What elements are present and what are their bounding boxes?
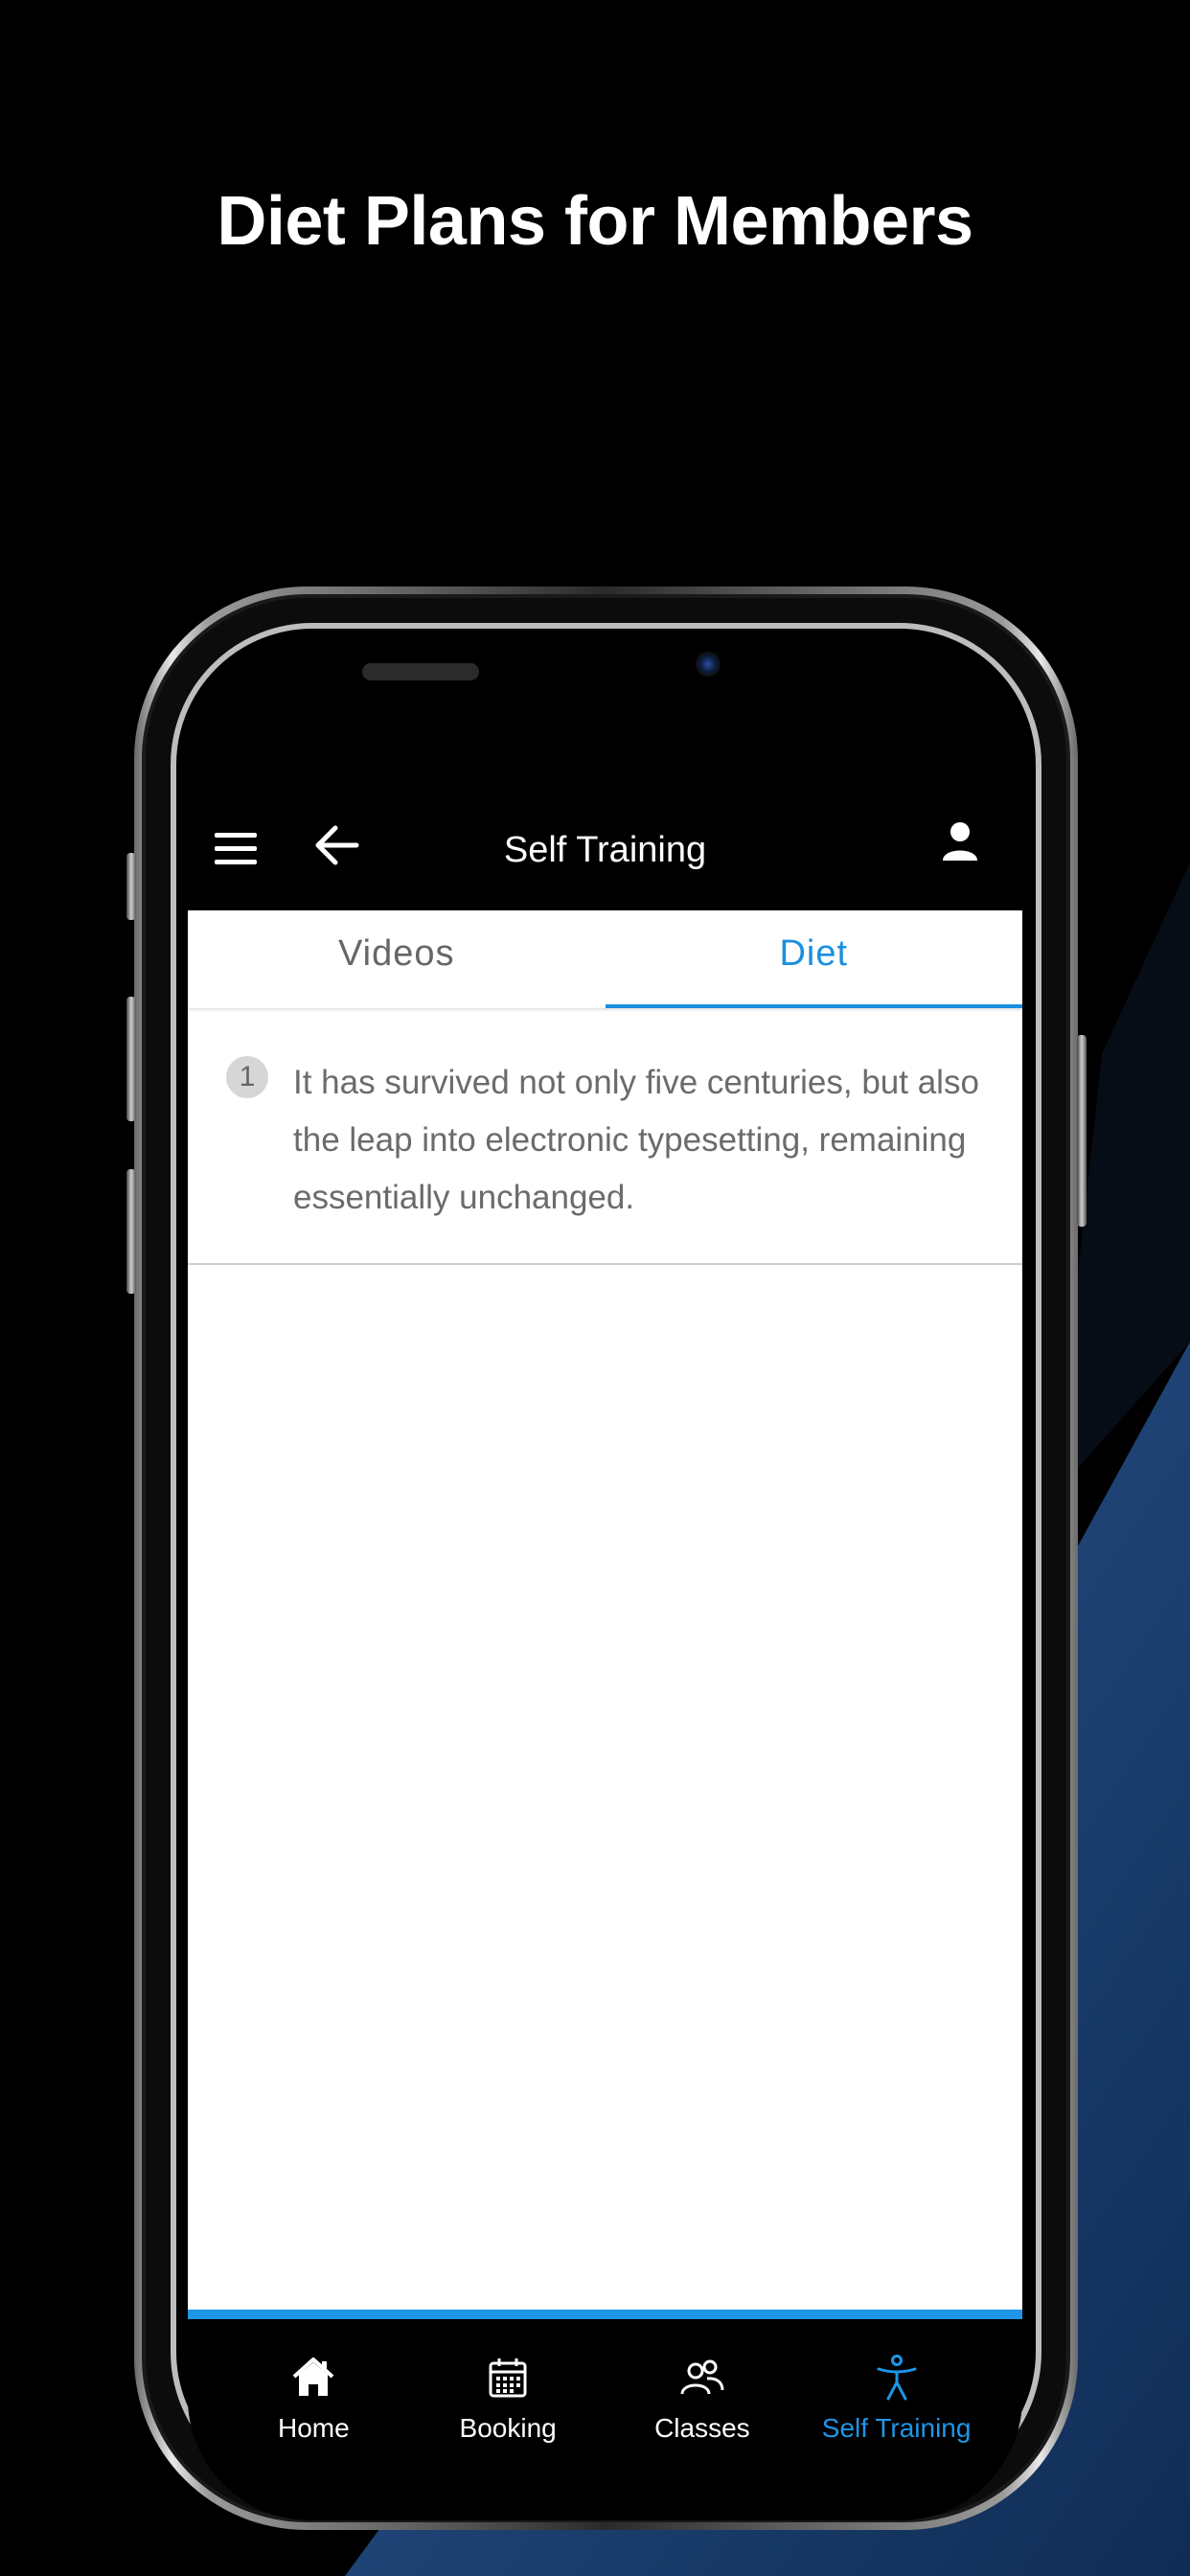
nav-label: Classes	[654, 2413, 750, 2443]
phone-side-button	[126, 853, 136, 920]
bottom-nav: Home Booking Classes Self Training	[188, 2319, 1022, 2520]
app-header: Self Training	[188, 795, 1022, 910]
calendar-icon	[489, 2358, 527, 2398]
nav-label: Self Training	[821, 2413, 972, 2443]
phone-side-button	[1077, 1035, 1087, 1227]
tab-diet[interactable]: Diet	[605, 910, 1022, 1008]
nav-label: Booking	[459, 2413, 557, 2443]
nav-item-classes[interactable]: Classes	[606, 2319, 800, 2520]
accessibility-icon	[877, 2355, 917, 2401]
phone-speaker	[362, 663, 479, 680]
nav-item-booking[interactable]: Booking	[411, 2319, 606, 2520]
phone-side-button	[126, 997, 136, 1121]
users-icon	[680, 2359, 724, 2395]
phone-camera	[696, 652, 721, 677]
page-headline: Diet Plans for Members	[217, 183, 973, 260]
home-icon	[293, 2358, 334, 2396]
header-title: Self Training	[503, 830, 707, 870]
profile-icon[interactable]	[936, 818, 984, 866]
diet-item-text: It has survived not only five centuries,…	[293, 1064, 979, 1216]
list-item[interactable]: 1 It has survived not only five centurie…	[188, 1008, 1022, 1265]
nav-label: Home	[278, 2413, 350, 2443]
item-number-badge: 1	[226, 1056, 268, 1098]
nav-divider	[188, 2310, 1022, 2319]
content-area: Videos Diet 1 It has survived not only f…	[188, 910, 1022, 2310]
nav-item-home[interactable]: Home	[217, 2319, 411, 2520]
phone-side-button	[126, 1169, 136, 1294]
tab-videos[interactable]: Videos	[188, 910, 606, 1008]
tab-bar: Videos Diet	[188, 910, 1022, 1008]
phone-screen: Self Training Videos Diet 1 It has survi…	[188, 632, 1022, 2520]
nav-item-self-training[interactable]: Self Training	[799, 2319, 994, 2520]
